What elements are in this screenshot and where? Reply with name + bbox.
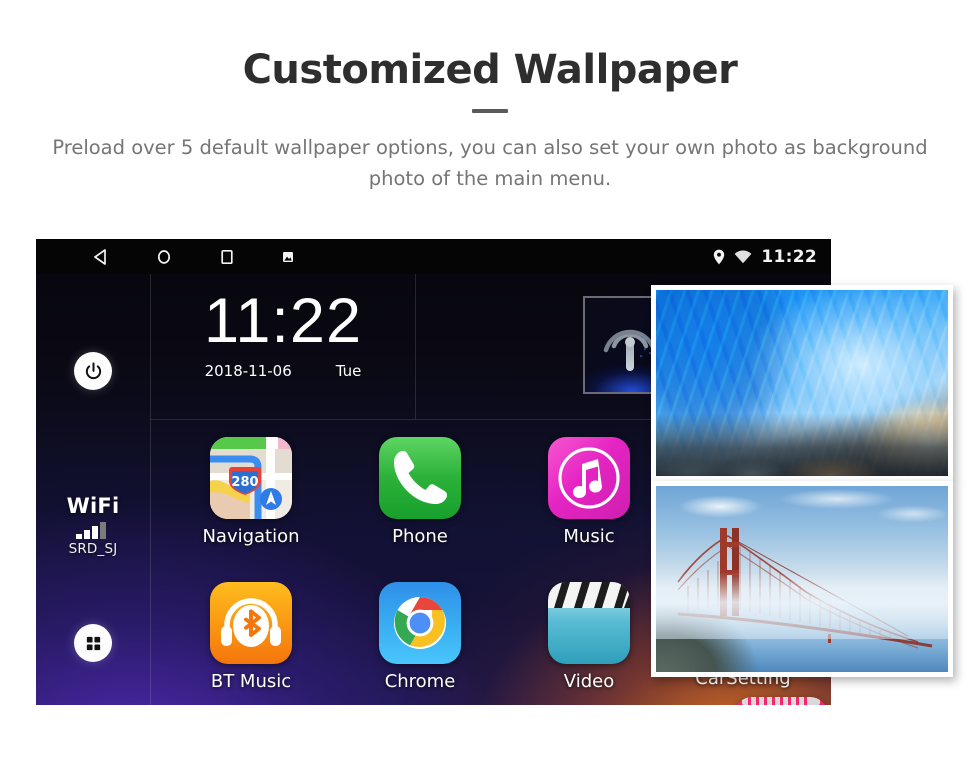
app-label: Navigation xyxy=(202,526,300,547)
svg-text:280: 280 xyxy=(231,475,258,490)
back-icon[interactable] xyxy=(92,248,110,266)
golden-gate-bridge-wallpaper[interactable] xyxy=(651,481,953,677)
app-music[interactable]: Music xyxy=(529,437,649,547)
app-label: Video xyxy=(563,671,615,692)
page-title: Customized Wallpaper xyxy=(242,47,738,93)
apps-grid-icon xyxy=(84,634,103,653)
clapperboard-icon xyxy=(548,582,630,664)
android-status-bar: 11:22 xyxy=(36,239,831,274)
app-label: Chrome xyxy=(384,671,456,692)
clock-widget[interactable]: 11:22 2018-11-06 Tue xyxy=(151,274,415,419)
clock-date: 2018-11-06 xyxy=(204,362,292,380)
title-divider xyxy=(472,109,508,113)
ice-cave-wallpaper[interactable] xyxy=(651,285,953,481)
status-icons: 11:22 xyxy=(713,239,817,274)
ice-cave-rocks xyxy=(656,412,948,476)
wifi-ssid: SRD_SJ xyxy=(68,541,118,557)
ice-cave-image xyxy=(656,290,948,476)
bridge-fog xyxy=(656,571,948,639)
left-sidebar: WiFi SRD_SJ xyxy=(36,274,150,705)
wifi-icon xyxy=(734,250,752,264)
navigation-bar xyxy=(92,239,295,274)
app-label: BT Music xyxy=(210,671,292,692)
app-chrome[interactable]: Chrome xyxy=(360,582,480,692)
home-icon[interactable] xyxy=(155,248,173,266)
page-subtitle: Preload over 5 default wallpaper options… xyxy=(52,136,928,190)
power-icon xyxy=(84,362,103,381)
chrome-icon xyxy=(379,582,461,664)
wifi-label: WiFi xyxy=(66,494,120,518)
app-label: Phone xyxy=(392,526,448,547)
screenshot-icon[interactable] xyxy=(281,250,295,264)
clock-weekday: Tue xyxy=(335,362,362,380)
phone-icon xyxy=(379,437,461,519)
app-video[interactable]: Video xyxy=(529,582,649,692)
location-pin-icon xyxy=(713,249,725,265)
bluetooth-headphones-icon xyxy=(210,582,292,664)
power-button[interactable] xyxy=(74,352,112,390)
app-bt-music[interactable]: BT Music xyxy=(191,582,311,692)
sidebar-divider xyxy=(150,274,151,705)
status-bar-clock: 11:22 xyxy=(761,246,817,267)
app-navigation[interactable]: 280 Navigation xyxy=(191,437,311,547)
app-phone[interactable]: Phone xyxy=(360,437,480,547)
music-note-icon xyxy=(548,437,630,519)
widget-divider xyxy=(415,274,416,419)
radio-icon[interactable] xyxy=(734,697,828,705)
recents-icon[interactable] xyxy=(218,248,236,266)
wifi-signal-bars-icon xyxy=(76,521,110,539)
golden-gate-image xyxy=(656,486,948,672)
maps-icon: 280 xyxy=(210,437,292,519)
app-label: Music xyxy=(563,526,615,547)
wifi-status[interactable]: WiFi SRD_SJ xyxy=(36,494,150,557)
clock-time: 11:22 xyxy=(204,286,362,356)
all-apps-button[interactable] xyxy=(74,624,112,662)
page-header: Customized Wallpaper Preload over 5 defa… xyxy=(0,0,980,194)
